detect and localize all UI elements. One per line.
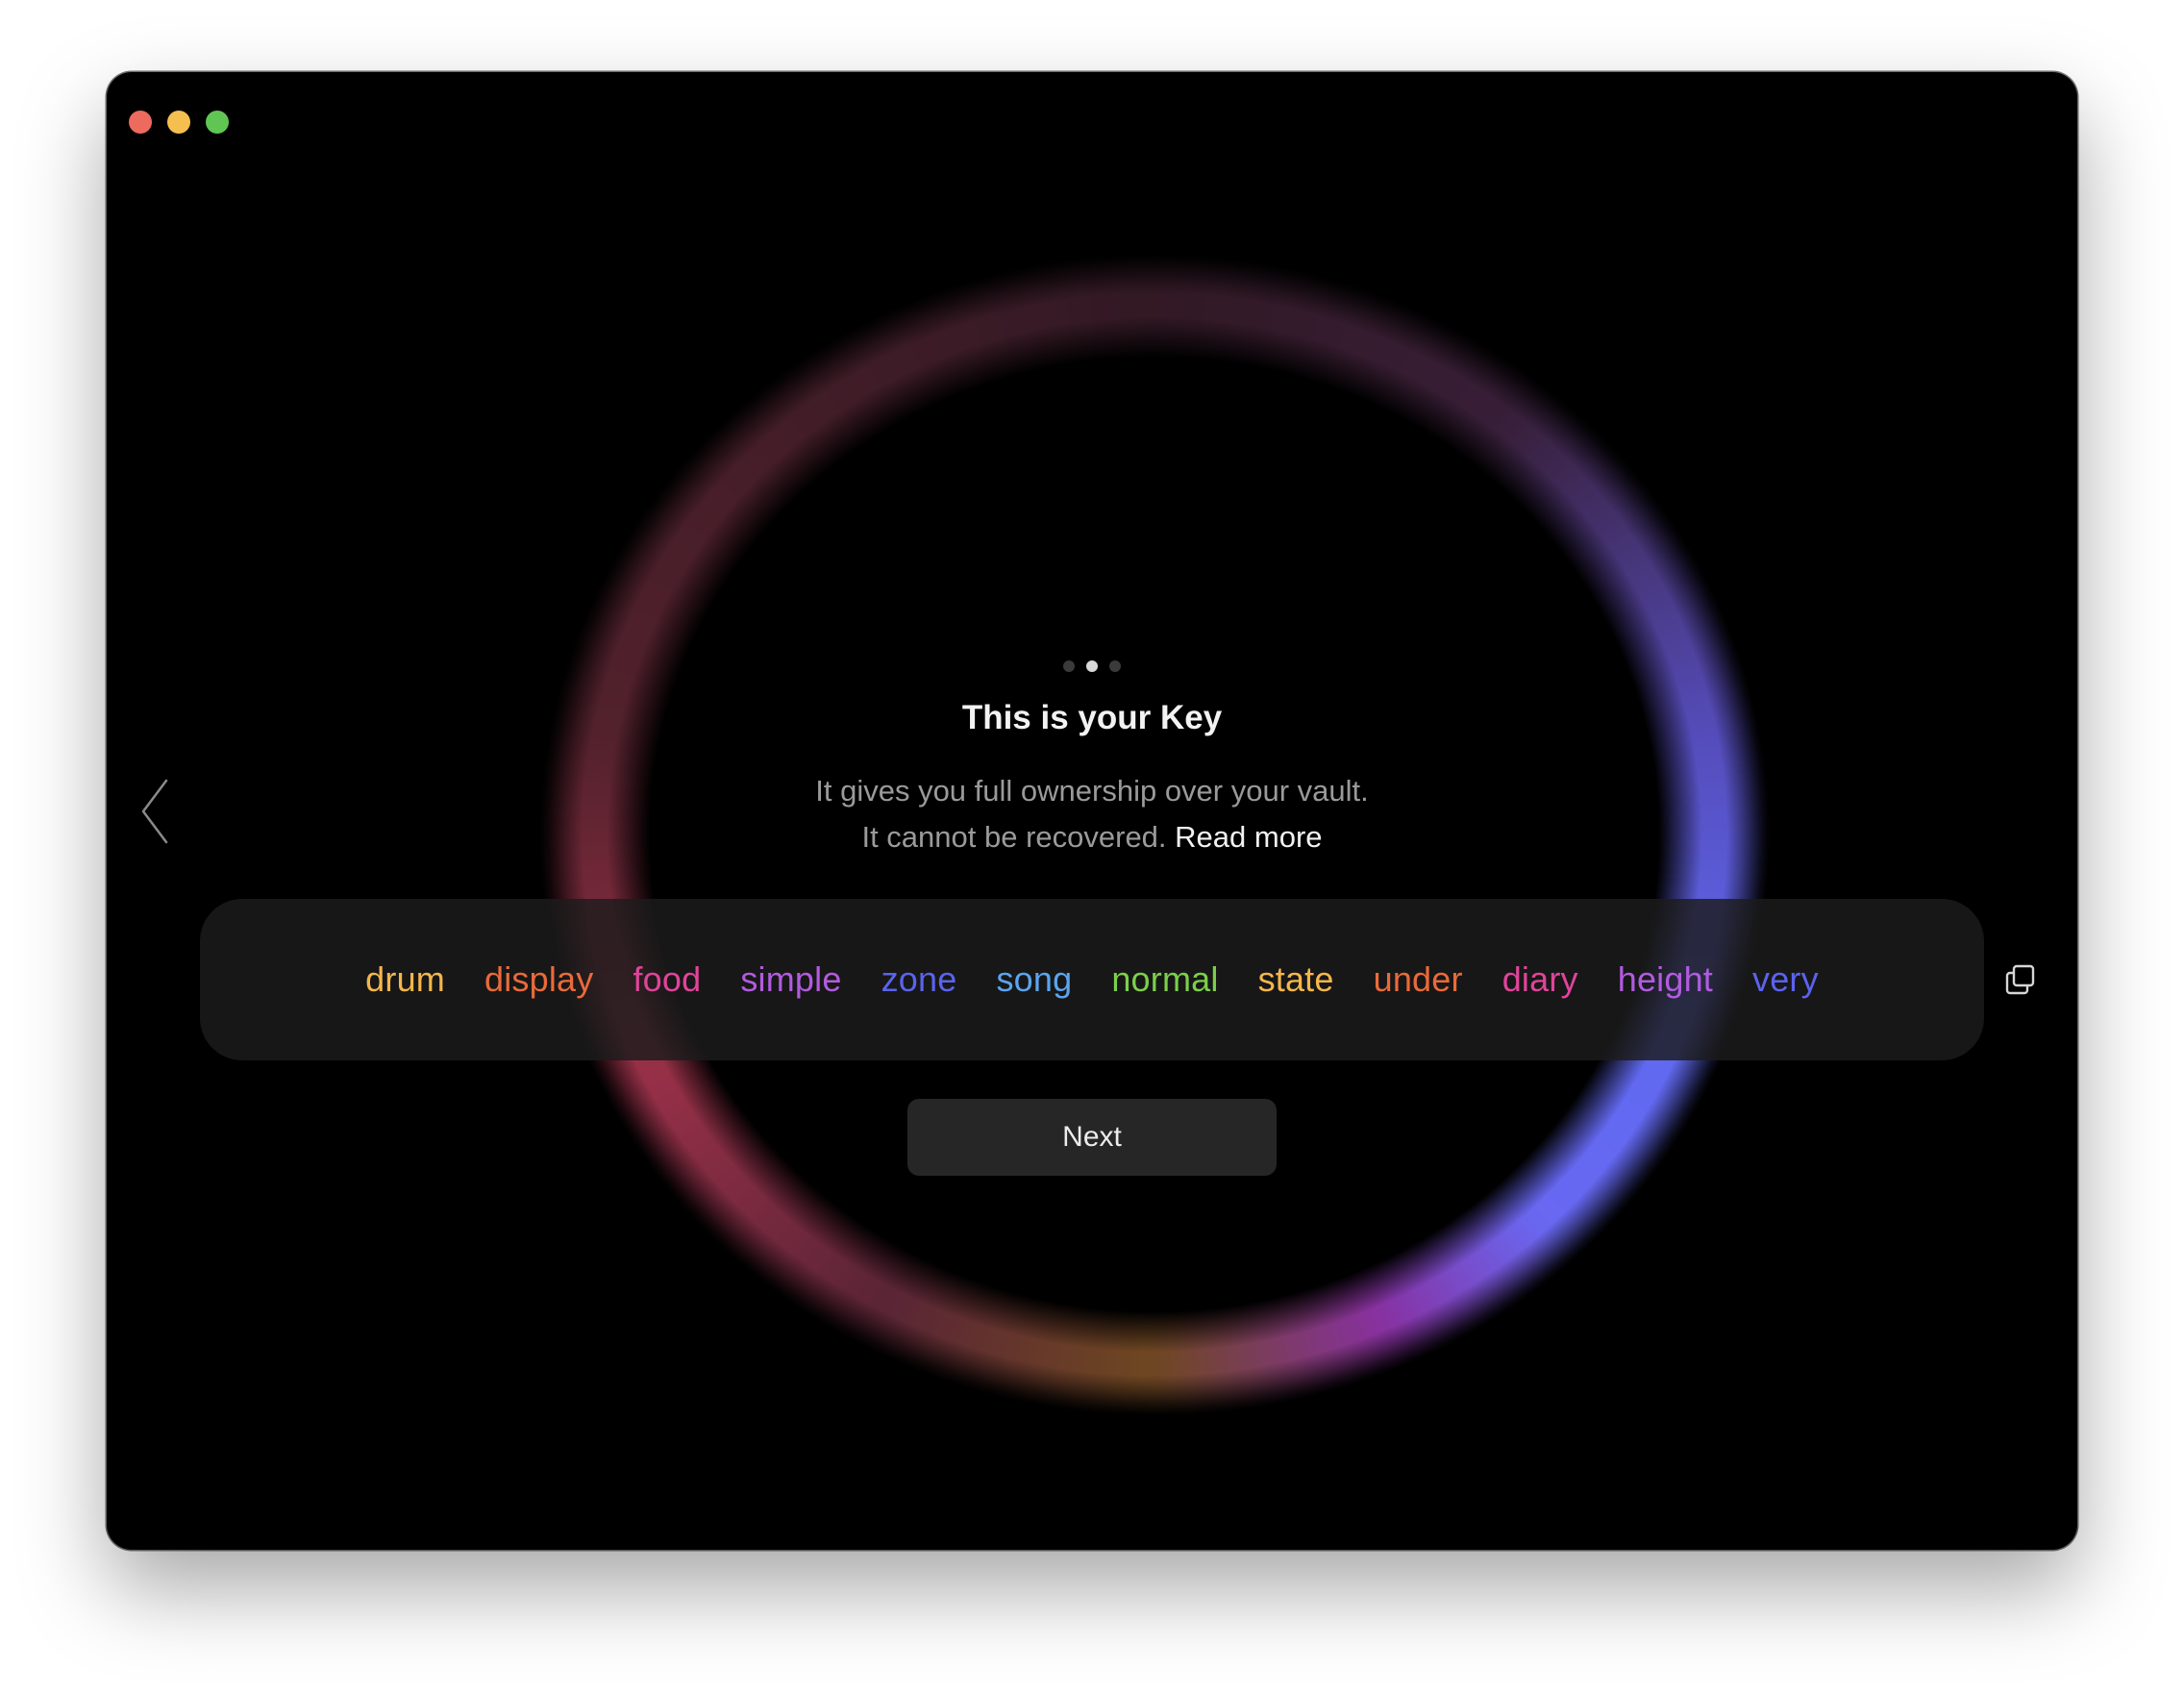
page-dot-3 — [1109, 660, 1121, 672]
recovery-phrase-box: drum display food simple zone song normal state… — [200, 899, 1984, 1060]
app-window: This is your Key It gives you full owner… — [107, 72, 2077, 1550]
next-button[interactable]: Next — [907, 1099, 1277, 1176]
description-line-1: It gives you full ownership over your va… — [815, 774, 1369, 808]
phrase-word: song — [996, 959, 1073, 999]
close-window-button[interactable] — [129, 111, 152, 134]
page-dot-1 — [1063, 660, 1075, 672]
read-more-link[interactable]: Read more — [1175, 820, 1322, 854]
phrase-word: simple — [740, 959, 842, 999]
phrase-word: under — [1373, 959, 1463, 999]
phrase-word: display — [484, 959, 594, 999]
maximize-window-button[interactable] — [206, 111, 229, 134]
page-indicator — [107, 660, 2077, 672]
copy-icon[interactable] — [2003, 962, 2038, 997]
phrase-word: food — [633, 959, 702, 999]
phrase-word: zone — [881, 959, 957, 999]
page-title: This is your Key — [961, 699, 1223, 736]
page-dot-2 — [1086, 660, 1098, 672]
description-line-2-text: It cannot be recovered. — [861, 820, 1167, 854]
window-controls — [129, 111, 229, 134]
description-line-2: It cannot be recovered. Read more — [107, 814, 2077, 860]
minimize-window-button[interactable] — [167, 111, 190, 134]
chevron-left-icon[interactable] — [139, 778, 172, 845]
phrase-word: very — [1752, 959, 1819, 999]
description: It gives you full ownership over your va… — [107, 768, 2077, 860]
phrase-word: diary — [1502, 959, 1578, 999]
phrase-word: drum — [365, 959, 445, 999]
phrase-word: height — [1617, 959, 1714, 999]
phrase-word: normal — [1111, 959, 1219, 999]
phrase-word: state — [1257, 959, 1334, 999]
